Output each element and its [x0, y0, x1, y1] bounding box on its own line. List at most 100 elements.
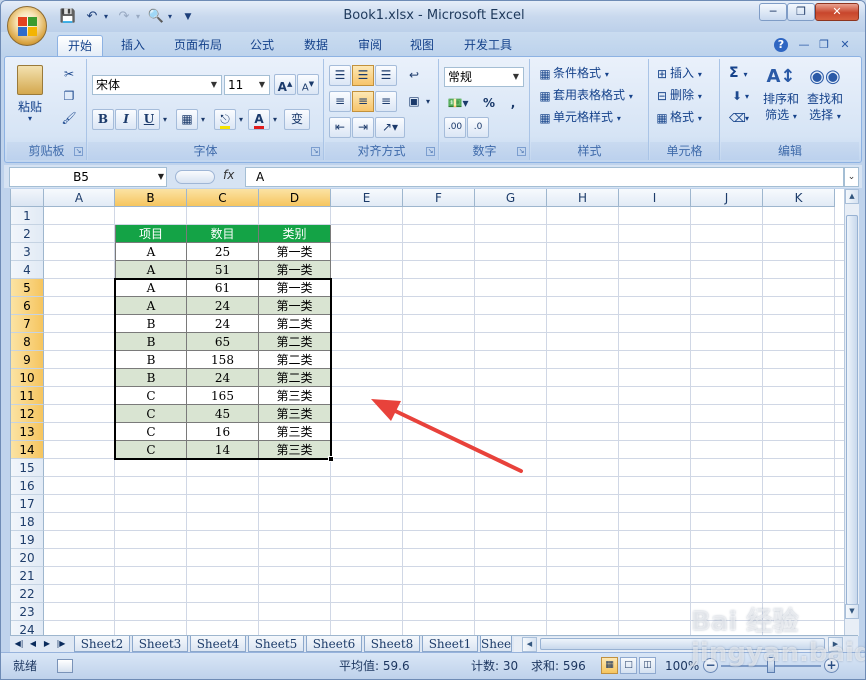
column-header-i[interactable]: I [619, 189, 691, 207]
scroll-down-icon[interactable]: ▼ [845, 604, 859, 619]
merge-center-button[interactable]: ▣ [403, 91, 425, 112]
grow-font-button[interactable]: A▲ [274, 74, 296, 95]
decrease-indent-button[interactable]: ⇤ [329, 117, 351, 138]
table-cell[interactable]: 第三类 [259, 423, 331, 441]
underline-dropdown-icon[interactable]: ▾ [160, 109, 170, 130]
shrink-font-button[interactable]: A▼ [297, 74, 319, 95]
paste-button[interactable]: 粘贴 ▾ [15, 65, 45, 123]
row-header-6[interactable]: 6 [11, 297, 44, 315]
table-cell[interactable]: 第二类 [259, 369, 331, 387]
align-middle-button[interactable]: ☰ [352, 65, 374, 86]
column-header-g[interactable]: G [475, 189, 547, 207]
table-cell[interactable]: C [115, 405, 187, 423]
page-break-view-button[interactable]: ◫ [639, 657, 656, 674]
insert-function-button[interactable]: fx [223, 168, 234, 182]
format-painter-button[interactable]: 🖌 [61, 109, 77, 126]
bold-button[interactable]: B [92, 109, 114, 130]
first-sheet-icon[interactable]: ◀| [12, 637, 26, 651]
merge-dropdown-icon[interactable]: ▾ [423, 91, 433, 112]
row-header-1[interactable]: 1 [11, 207, 44, 225]
table-cell[interactable]: 第二类 [259, 351, 331, 369]
sheet-tab-sheet2[interactable]: Sheet2 [74, 636, 130, 652]
table-cell[interactable]: 165 [187, 387, 259, 405]
table-header-cell[interactable]: 类别 [259, 225, 331, 243]
formula-bar-expand-icon[interactable]: ⌄ [844, 167, 859, 187]
tab-data[interactable]: 数据 [293, 35, 339, 57]
restore-button[interactable]: ❐ [787, 3, 815, 21]
align-top-button[interactable]: ☰ [329, 65, 351, 86]
table-cell[interactable]: 24 [187, 297, 259, 315]
italic-button[interactable]: I [115, 109, 137, 130]
delete-cells-button[interactable]: ⊟ 删除 ▾ [654, 87, 702, 105]
find-select-button[interactable]: ◉◉ 查找和 选择 ▾ [803, 63, 847, 125]
table-cell[interactable]: C [115, 441, 187, 459]
insert-cells-button[interactable]: ⊞ 插入 ▾ [654, 65, 702, 83]
column-header-e[interactable]: E [331, 189, 403, 207]
ribbon-close-icon[interactable]: ✕ [837, 37, 853, 53]
column-header-j[interactable]: J [691, 189, 763, 207]
column-header-b[interactable]: B [115, 189, 187, 207]
formula-bar-resize-handle[interactable] [175, 170, 215, 184]
orientation-button[interactable]: ↗▾ [375, 117, 405, 138]
column-header-a[interactable]: A [44, 189, 115, 207]
conditional-format-button[interactable]: ▦ 条件格式 ▾ [537, 65, 609, 83]
table-cell[interactable]: 158 [187, 351, 259, 369]
sheet-tab-sheet6[interactable]: Sheet6 [306, 636, 362, 652]
horizontal-scrollbar[interactable]: ◀ ▶ [514, 637, 844, 652]
ribbon-minimize-icon[interactable]: — [796, 37, 812, 53]
table-cell[interactable]: A [115, 297, 187, 315]
align-right-button[interactable]: ≡ [375, 91, 397, 112]
font-name-combo[interactable]: 宋体 ▼ [92, 75, 222, 95]
table-cell[interactable]: B [115, 315, 187, 333]
row-header-14[interactable]: 14 [11, 441, 44, 459]
sheet-tab-sheet8[interactable]: Sheet8 [364, 636, 420, 652]
wrap-text-button[interactable]: ↩ [403, 65, 425, 86]
number-format-combo[interactable]: 常规 ▼ [444, 67, 524, 87]
column-header-h[interactable]: H [547, 189, 619, 207]
font-size-combo[interactable]: 11 ▼ [224, 75, 270, 95]
column-header-d[interactable]: D [259, 189, 331, 207]
table-header-cell[interactable]: 项目 [115, 225, 187, 243]
table-cell[interactable]: 16 [187, 423, 259, 441]
tab-view[interactable]: 视图 [399, 35, 445, 57]
table-cell[interactable]: 65 [187, 333, 259, 351]
row-header-5[interactable]: 5 [11, 279, 44, 297]
row-header-9[interactable]: 9 [11, 351, 44, 369]
number-launcher-icon[interactable]: ↘ [517, 147, 526, 156]
row-header-7[interactable]: 7 [11, 315, 44, 333]
table-header-cell[interactable]: 数目 [187, 225, 259, 243]
percent-button[interactable]: % [478, 93, 500, 114]
cut-button[interactable]: ✂ [61, 65, 77, 82]
table-cell[interactable]: 61 [187, 279, 259, 297]
row-header-15[interactable]: 15 [11, 459, 44, 477]
tab-insert[interactable]: 插入 [109, 35, 157, 57]
table-cell[interactable]: B [115, 351, 187, 369]
scroll-left-icon[interactable]: ◀ [522, 637, 537, 652]
scroll-right-icon[interactable]: ▶ [828, 637, 843, 652]
table-cell[interactable]: B [115, 333, 187, 351]
ribbon-restore-icon[interactable]: ❐ [816, 37, 832, 53]
cell-styles-button[interactable]: ▦ 单元格样式 ▾ [537, 109, 621, 127]
row-header-13[interactable]: 13 [11, 423, 44, 441]
table-cell[interactable]: 第三类 [259, 441, 331, 459]
fill-color-dropdown-icon[interactable]: ▾ [236, 109, 246, 130]
vertical-scroll-thumb[interactable] [846, 215, 858, 605]
table-cell[interactable]: 45 [187, 405, 259, 423]
row-header-2[interactable]: 2 [11, 225, 44, 243]
fill-color-button[interactable]: ⎋ [214, 109, 236, 130]
table-cell[interactable]: 24 [187, 369, 259, 387]
next-sheet-icon[interactable]: ▶ [40, 637, 54, 651]
macro-record-icon[interactable] [57, 659, 73, 673]
tab-formulas[interactable]: 公式 [239, 35, 285, 57]
format-cells-button[interactable]: ▦ 格式 ▾ [654, 109, 702, 127]
page-layout-view-button[interactable]: □ [620, 657, 637, 674]
row-header-23[interactable]: 23 [11, 603, 44, 621]
row-header-18[interactable]: 18 [11, 513, 44, 531]
prev-sheet-icon[interactable]: ◀ [26, 637, 40, 651]
row-header-17[interactable]: 17 [11, 495, 44, 513]
comma-button[interactable]: , [502, 93, 524, 114]
row-header-11[interactable]: 11 [11, 387, 44, 405]
phonetic-button[interactable]: 变 [284, 109, 310, 130]
last-sheet-icon[interactable]: |▶ [54, 637, 68, 651]
autosum-button[interactable]: Σ ▾ [729, 65, 747, 83]
